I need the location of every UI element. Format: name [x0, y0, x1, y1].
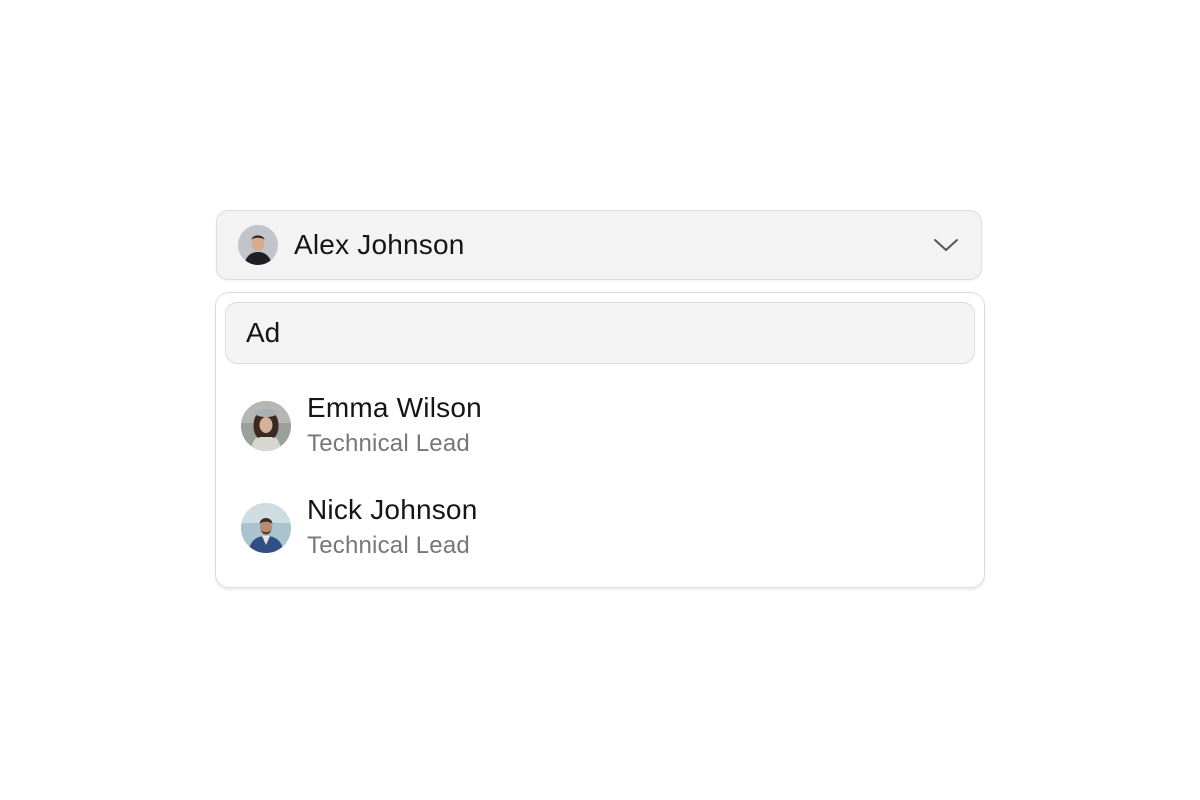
option-name: Emma Wilson	[307, 392, 482, 423]
combobox-demo: Alex Johnson Emma Wilson Technical Lead	[0, 0, 1200, 800]
option-role: Technical Lead	[307, 532, 470, 559]
option-text: Nick Johnson Technical Lead	[307, 493, 477, 563]
option-text: Emma Wilson Technical Lead	[307, 391, 482, 461]
option-emma-wilson[interactable]: Emma Wilson Technical Lead	[232, 383, 968, 469]
emma-wilson-avatar	[241, 401, 291, 451]
chevron-down-icon[interactable]	[933, 236, 959, 254]
option-role: Technical Lead	[307, 430, 470, 457]
option-nick-johnson[interactable]: Nick Johnson Technical Lead	[232, 485, 968, 571]
search-input[interactable]	[225, 302, 975, 364]
alex-johnson-avatar	[238, 225, 278, 265]
user-dropdown-panel: Emma Wilson Technical Lead Nick Johnson …	[215, 292, 985, 588]
user-select-trigger[interactable]: Alex Johnson	[216, 210, 982, 280]
nick-johnson-avatar	[241, 503, 291, 553]
selected-user-name: Alex Johnson	[294, 229, 465, 260]
option-name: Nick Johnson	[307, 494, 478, 525]
